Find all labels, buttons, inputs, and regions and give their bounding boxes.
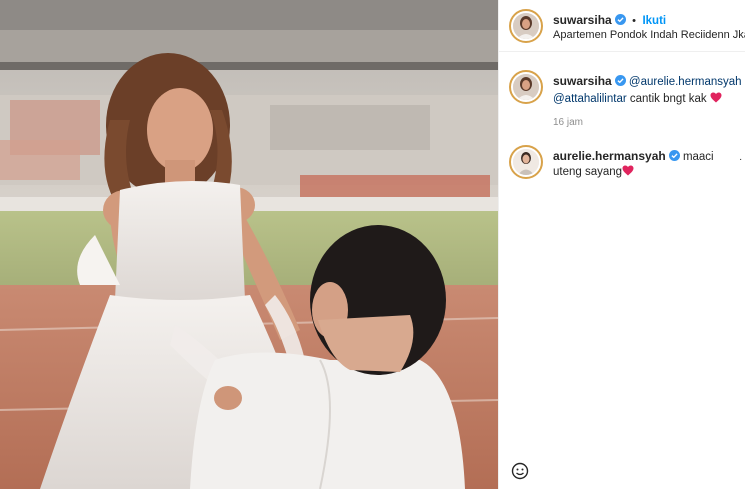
verified-badge-icon [614, 75, 626, 86]
more-options-icon[interactable]: · [739, 154, 743, 165]
caption-timestamp[interactable]: 16 jam [553, 117, 583, 128]
dot-separator: • [632, 15, 637, 27]
author-avatar[interactable] [509, 9, 543, 43]
verified-badge-icon [614, 12, 626, 25]
caption-author-avatar[interactable] [509, 70, 543, 104]
verified-badge-icon [668, 150, 680, 161]
mention-link[interactable]: @aurelie.hermansyah [629, 76, 742, 88]
comment-text-line2: uteng sayang [553, 166, 623, 178]
post-media[interactable] [0, 0, 498, 489]
post-photo [0, 0, 498, 489]
comment-text-line1: maaci [682, 151, 714, 163]
caption-text: cantik bngt kak [629, 93, 707, 105]
avatar-image [513, 13, 539, 39]
comment-author-avatar[interactable] [509, 145, 543, 179]
avatar-image [513, 149, 539, 175]
caption-author-username[interactable]: suwarsiha [553, 74, 612, 88]
post-header: suwarsiha • Ikuti Apartemen Pondok Indah… [499, 0, 745, 52]
comment-emoji-icon[interactable] [511, 462, 529, 480]
red-heart-emoji [710, 92, 722, 103]
avatar-image [513, 74, 539, 100]
follow-button[interactable]: Ikuti [642, 15, 666, 27]
author-username[interactable]: suwarsiha [553, 13, 612, 27]
post-location[interactable]: Apartemen Pondok Indah Reciidenn Jkarta … [553, 29, 745, 41]
red-heart-emoji [622, 165, 634, 176]
post-side-panel: suwarsiha • Ikuti Apartemen Pondok Indah… [498, 0, 745, 489]
comment-author-username[interactable]: aurelie.hermansyah [553, 149, 666, 163]
mention-link[interactable]: @attahalilintar [553, 93, 627, 105]
